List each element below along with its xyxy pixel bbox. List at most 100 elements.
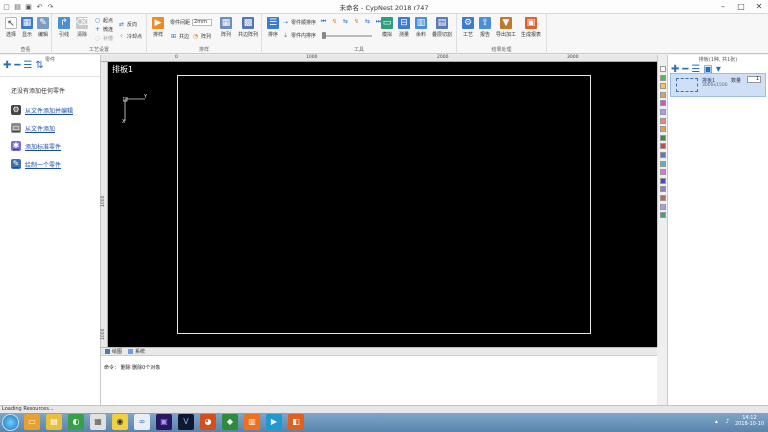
- layer-color-swatch[interactable]: [659, 203, 666, 210]
- play-icon: ▶: [152, 17, 164, 29]
- layer-color-swatch[interactable]: [659, 74, 666, 81]
- close-icon[interactable]: ✕: [752, 1, 766, 12]
- command-output[interactable]: 命令： 删除 删除0个对象: [101, 355, 657, 405]
- add-from-file[interactable]: ▭ 从文件添加: [11, 119, 100, 137]
- origin-marker: Y X: [122, 94, 149, 125]
- start-point-button[interactable]: ○ 起点: [94, 16, 113, 24]
- layer-color-swatch[interactable]: [659, 186, 666, 193]
- boards-panel: 排板(1种, 共1张) ✚ ━ ☰ ▣ ▾ 排板1 3000x1500 数量 1: [667, 55, 768, 405]
- generate-report-button[interactable]: ▣ 生成报表: [519, 17, 543, 38]
- qq-icon[interactable]: ◉: [112, 414, 128, 430]
- common-edge-button[interactable]: ⊞ 共边: [170, 32, 189, 40]
- add-standard-part[interactable]: ✱ 添加标准零件: [11, 137, 100, 155]
- firefox-icon[interactable]: ◕: [200, 414, 216, 430]
- layer-color-swatch[interactable]: [659, 91, 666, 98]
- edit-button[interactable]: ✎ 编辑: [34, 17, 52, 38]
- layer-color-swatch[interactable]: [659, 100, 666, 107]
- board-count-input[interactable]: 1: [747, 76, 761, 83]
- step2-icon[interactable]: ↯: [353, 18, 360, 25]
- network-icon[interactable]: ▴: [713, 418, 720, 425]
- reverse-button[interactable]: ⇄ 反向: [118, 20, 137, 28]
- ribbon-group-tools: ☰ 排序 ⇢ 零件顺排序 ⇣ 零件内排序 ⏮ ↯ ⇆ ↯ ⇆ ⏭ ▭ 模拟 ⊟ …: [262, 14, 457, 54]
- start-button[interactable]: [2, 414, 19, 431]
- baidu-icon[interactable]: ∞: [134, 414, 150, 430]
- compensation-button[interactable]: ◌ 补偿: [94, 34, 113, 42]
- folder-icon[interactable]: ▭: [24, 414, 40, 430]
- link-icon[interactable]: ⇆: [342, 18, 349, 25]
- export-button[interactable]: ▼ 导出加工: [495, 17, 517, 38]
- sheet-boundary[interactable]: [177, 75, 591, 334]
- layer-color-swatch[interactable]: [659, 108, 666, 115]
- taskbar-apps: ▭ ▤ ◐ ▦ ◉ ∞ ▣ V ◕ ◆ ▥ ▶ ◧: [24, 414, 304, 430]
- clear-button[interactable]: ⌫ 清除: [73, 17, 91, 38]
- add-from-file-and-edit[interactable]: ⚙ 从文件添加并编辑: [11, 101, 100, 119]
- layer-color-swatch[interactable]: [659, 212, 666, 219]
- link2-icon[interactable]: ⇆: [364, 18, 371, 25]
- board-list-item[interactable]: 排板1 3000x1500 数量 1: [670, 73, 766, 97]
- clock[interactable]: 14:12 2018-10-10: [735, 415, 764, 427]
- tab-system[interactable]: 系统: [128, 348, 145, 355]
- app-orange-icon[interactable]: ▥: [244, 414, 260, 430]
- app-green-icon[interactable]: ◆: [222, 414, 238, 430]
- sequence-slider-track[interactable]: [322, 35, 372, 37]
- visual-studio-icon[interactable]: V: [178, 414, 194, 430]
- layer-color-swatch[interactable]: [659, 83, 666, 90]
- process-button[interactable]: ⚙ 工艺: [459, 17, 477, 38]
- cypnest-icon[interactable]: ◧: [288, 414, 304, 430]
- common-array-button[interactable]: ▩ 共边阵列: [236, 17, 260, 38]
- volume-icon[interactable]: ♪: [724, 418, 731, 425]
- video-icon[interactable]: ▶: [266, 414, 282, 430]
- layer-color-swatch[interactable]: [659, 117, 666, 124]
- drawing-canvas[interactable]: 0 1000 2000 3000 1000 1000 排板1 Y X: [101, 55, 657, 347]
- layer-color-swatch[interactable]: [659, 160, 666, 167]
- window-controls: – □ ✕: [716, 1, 766, 12]
- layer-color-swatch[interactable]: [659, 126, 666, 133]
- ribbon-group-nest: ▶ 排样 零件间距 2mm ⊞ 共边 ◔ 阵列 ▦ 阵列 ▩ 共边阵列 排样: [147, 14, 262, 54]
- draw-a-part[interactable]: ✎ 绘制一个零件: [11, 155, 100, 173]
- part-inner-sort-button[interactable]: ⇣ 零件内排序: [282, 31, 316, 39]
- micro-point-button[interactable]: ⁘ 冷却点: [118, 32, 142, 40]
- layer-color-swatch[interactable]: [659, 143, 666, 150]
- first-icon[interactable]: ⏮: [320, 18, 327, 25]
- system-tab-icon: [128, 349, 134, 354]
- board-count-label: 数量: [731, 78, 742, 84]
- wechat-icon[interactable]: ◐: [68, 414, 84, 430]
- tab-drawing[interactable]: 绘图: [105, 348, 122, 355]
- step-icon[interactable]: ↯: [331, 18, 338, 25]
- layer-color-swatch[interactable]: [659, 169, 666, 176]
- part-sort-button[interactable]: ⇢ 零件顺排序: [282, 18, 316, 26]
- sort-button[interactable]: ☰ 排序: [264, 17, 282, 38]
- layer-color-swatch[interactable]: [659, 194, 666, 201]
- clear-icon: ⌫: [76, 17, 89, 29]
- lead-button[interactable]: ↱ 引线: [55, 17, 73, 38]
- sequence-slider-knob[interactable]: [322, 32, 326, 39]
- layer-color-swatch[interactable]: [659, 134, 666, 141]
- nest-button[interactable]: ▶ 排样: [149, 17, 167, 38]
- boards-panel-header: 排板(1种, 共1张): [698, 57, 738, 63]
- overlap-cut-icon: ▤: [436, 17, 448, 29]
- layer-color-swatch[interactable]: [659, 177, 666, 184]
- layer-color-strip: [657, 55, 667, 347]
- app-window: ▢ ▤ ▣ ↶ ↷ 未命名 - CypNest 2018 r747 – □ ✕ …: [0, 0, 768, 432]
- overlap-cut-button[interactable]: ▤ 叠层切割: [431, 17, 453, 38]
- spacing-combo[interactable]: 2mm: [192, 18, 213, 26]
- layer-color-swatch[interactable]: [659, 66, 666, 72]
- cool-point-icon: ⁘: [118, 32, 125, 40]
- spacing-field[interactable]: 零件间距 2mm: [170, 18, 213, 26]
- fill-button[interactable]: ◔ 阵列: [192, 32, 211, 40]
- os-taskbar: ▭ ▤ ◐ ▦ ◉ ∞ ▣ V ◕ ◆ ▥ ▶ ◧ ▴ ♪ 14:12 2018…: [0, 413, 768, 432]
- explorer-icon[interactable]: ▤: [46, 414, 62, 430]
- material-button[interactable]: ▥ 余料: [412, 17, 430, 38]
- maximize-icon[interactable]: □: [734, 1, 748, 12]
- after-effects-icon[interactable]: ▣: [156, 414, 172, 430]
- office-icon[interactable]: ▦: [90, 414, 106, 430]
- gears-icon: ⚙: [11, 105, 21, 115]
- layer-color-swatch[interactable]: [659, 151, 666, 158]
- report-button[interactable]: ⇪ 报告: [476, 17, 494, 38]
- array-button[interactable]: ▦ 阵列: [217, 17, 235, 38]
- micro-joint-button[interactable]: + 微连: [94, 25, 113, 33]
- simulate-button[interactable]: ▭ 模拟: [378, 17, 396, 38]
- measure-button[interactable]: ⊟ 测量: [395, 17, 413, 38]
- minimize-icon[interactable]: –: [716, 1, 730, 12]
- export-icon: ▼: [500, 17, 512, 29]
